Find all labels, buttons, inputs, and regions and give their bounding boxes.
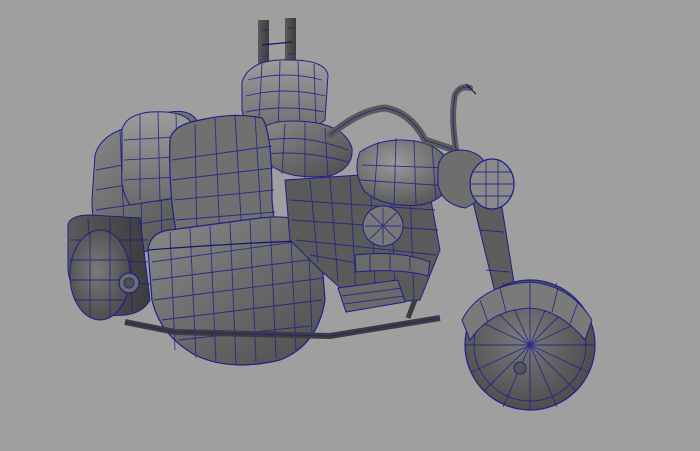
sidecar-wheel[interactable]	[69, 229, 131, 321]
3d-viewport[interactable]	[0, 0, 700, 451]
sidecar-light[interactable]	[118, 272, 140, 294]
headlight[interactable]	[437, 149, 515, 210]
motorcycle-sidecar-model[interactable]	[0, 0, 700, 451]
